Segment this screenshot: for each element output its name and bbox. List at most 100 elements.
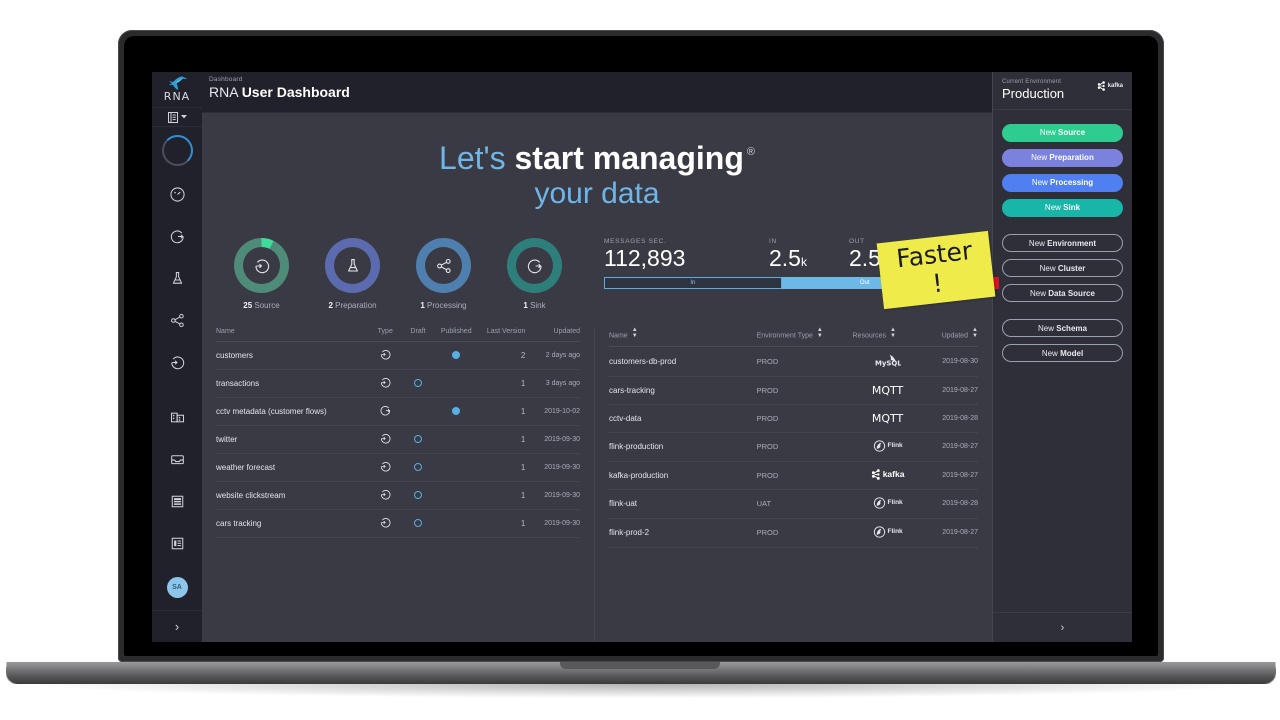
cell-name: cctv metadata (customer flows) xyxy=(216,397,369,427)
col-resources[interactable]: Resources ▲ ▼ xyxy=(852,327,923,347)
cell-env-type: UAT xyxy=(756,489,853,519)
col-env-type[interactable]: Environment Type ▲ ▼ xyxy=(756,327,853,347)
table-row[interactable]: flink-prod-2 PROD Flink 2019-08-27 xyxy=(609,518,978,548)
share-icon xyxy=(170,313,184,327)
sort-icon[interactable]: ▲ ▼ xyxy=(972,327,978,339)
table-row[interactable]: transactions 1 3 days ago xyxy=(216,369,580,399)
nav-menu-toggle[interactable] xyxy=(152,108,202,128)
sidebar-item-inbox[interactable] xyxy=(152,438,202,480)
cell-type xyxy=(368,509,402,539)
sidebar-item-sink[interactable] xyxy=(152,215,202,257)
avatar[interactable]: SA xyxy=(166,576,188,598)
col-type[interactable]: Type xyxy=(368,328,402,343)
nav-expand-button[interactable]: › xyxy=(152,610,202,642)
col-published[interactable]: Published xyxy=(434,328,479,343)
table-row[interactable]: flink-production PROD Flink 2019-08-27 xyxy=(609,432,978,462)
new-schema-button[interactable]: New Schema xyxy=(1002,319,1123,337)
stat-preparation-count: 2 xyxy=(328,301,333,311)
cell-env-type: PROD xyxy=(756,432,853,462)
table-row[interactable]: cctv-data PROD MQTT 2019-08-28 xyxy=(609,404,978,433)
table-row[interactable]: flink-uat UAT Flink 2019-08-28 xyxy=(609,489,978,519)
cell-type xyxy=(368,453,402,483)
cell-env-name: kafka-production xyxy=(609,461,757,490)
new-environment-button[interactable]: New Environment xyxy=(1002,234,1123,252)
stat-donuts: 25 Source 2 Preparation 1 Processing 1 S… xyxy=(202,238,594,310)
app-logo[interactable]: RNA xyxy=(152,72,202,109)
cell-type xyxy=(368,481,402,511)
sidebar-item-cluster[interactable] xyxy=(152,396,202,438)
new-preparation-bold: Preparation xyxy=(1049,153,1094,162)
stat-sink[interactable]: 1 Sink xyxy=(493,238,577,310)
table-row[interactable]: cars-tracking PROD MQTT 2019-08-27 xyxy=(609,376,978,405)
table-row[interactable]: customers-db-prod PROD MySQL 2019-08-30 xyxy=(609,346,978,377)
cell-version: 1 xyxy=(478,397,526,427)
cell-updated: 2019-10-02 xyxy=(525,397,580,427)
left-nav-rail: RNA SA › xyxy=(152,72,202,642)
sidebar-item-processing[interactable] xyxy=(152,299,202,341)
metric-in-number: 2.5 xyxy=(769,245,801,272)
right-panel-expand-button[interactable]: › xyxy=(993,612,1132,642)
cell-published xyxy=(434,369,479,399)
kafka-label: kafka xyxy=(1107,83,1123,89)
new-cluster-light: New xyxy=(1039,264,1058,273)
col-updated[interactable]: Updated xyxy=(525,328,580,343)
stat-preparation[interactable]: 2 Preparation xyxy=(311,238,395,310)
stat-source[interactable]: 25 Source xyxy=(220,238,304,310)
draft-hollow-dot xyxy=(414,490,423,499)
col-last-version[interactable]: Last Version xyxy=(478,328,526,343)
sort-icon[interactable]: ▲ ▼ xyxy=(890,327,896,339)
right-panel-header: Current Environment Production kafka xyxy=(993,72,1132,110)
sort-icon[interactable]: ▲ ▼ xyxy=(632,327,638,339)
table-row[interactable]: website clickstream 1 2019-09-30 xyxy=(216,481,580,511)
sidebar-item-catalog[interactable] xyxy=(152,522,202,564)
hero-banner: Let's start managing ® your data Faster ! xyxy=(202,113,996,310)
kafka-logo: kafka xyxy=(871,469,904,480)
stat-preparation-label: 2 Preparation xyxy=(311,301,395,310)
new-schema-bold: Schema xyxy=(1056,324,1087,333)
chevron-right-icon: › xyxy=(174,619,180,634)
new-cluster-button[interactable]: New Cluster xyxy=(1002,259,1123,277)
table-row[interactable]: weather forecast 1 2019-09-30 xyxy=(216,453,580,483)
published-filled-dot xyxy=(452,406,461,415)
bar-segment-in: In xyxy=(604,276,782,289)
cell-resource: MySQL xyxy=(852,346,923,377)
sort-icon[interactable]: ▲ ▼ xyxy=(817,327,823,339)
new-model-button[interactable]: New Model xyxy=(1002,344,1123,362)
chevron-right-icon: › xyxy=(1060,621,1065,634)
environment-name[interactable]: Production xyxy=(1002,86,1064,101)
new-data-source-button[interactable]: New Data Source xyxy=(1002,284,1123,302)
cell-env-name: flink-prod-2 xyxy=(609,518,757,548)
nav-bottom: SA › xyxy=(152,564,202,642)
col-draft[interactable]: Draft xyxy=(401,328,435,343)
new-sink-button[interactable]: New Sink xyxy=(1002,199,1123,217)
environments-table-wrap: Name ▲ ▼ Environment Type ▲ ▼ Resources ▲ ▼ Up… xyxy=(594,327,992,642)
cell-env-updated: 2019-08-27 xyxy=(922,376,978,405)
table-row[interactable]: cctv metadata (customer flows) 1 2019-10-0… xyxy=(216,397,580,427)
new-source-button[interactable]: New Source xyxy=(1002,124,1123,142)
table-row[interactable]: twitter 1 2019-09-30 xyxy=(216,425,580,455)
sidebar-item-preparation[interactable] xyxy=(152,257,202,299)
table-row[interactable]: cars tracking 1 2019-09-30 xyxy=(216,509,580,539)
draft-hollow-dot xyxy=(414,462,423,471)
table-row[interactable]: customers 2 2 days ago xyxy=(216,341,580,371)
col-env-name[interactable]: Name ▲ ▼ xyxy=(609,327,757,347)
loading-spinner-wrap xyxy=(152,127,202,173)
source-icon xyxy=(254,259,269,274)
flask-icon xyxy=(172,271,182,284)
cell-env-name: flink-production xyxy=(609,432,757,462)
stat-processing[interactable]: 1 Processing xyxy=(402,238,486,310)
flink-logo: Flink xyxy=(873,526,903,538)
table-row[interactable]: kafka-production PROD kafka 2019-08-27 xyxy=(609,461,978,490)
breadcrumb[interactable]: Dashboard xyxy=(209,76,992,83)
col-env-updated[interactable]: Updated▲ ▼ xyxy=(922,327,978,347)
sidebar-item-server[interactable] xyxy=(152,480,202,522)
cell-env-type: PROD xyxy=(756,376,853,405)
stat-source-label: 25 Source xyxy=(220,301,304,310)
sidebar-item-dashboard[interactable] xyxy=(152,173,202,215)
new-processing-button[interactable]: New Processing xyxy=(1002,174,1123,192)
sidebar-item-source[interactable] xyxy=(152,341,202,383)
col-name[interactable]: Name xyxy=(216,328,369,343)
donut-processing xyxy=(416,238,471,294)
new-data-source-bold: Data Source xyxy=(1048,289,1095,298)
new-preparation-button[interactable]: New Preparation xyxy=(1002,149,1123,167)
